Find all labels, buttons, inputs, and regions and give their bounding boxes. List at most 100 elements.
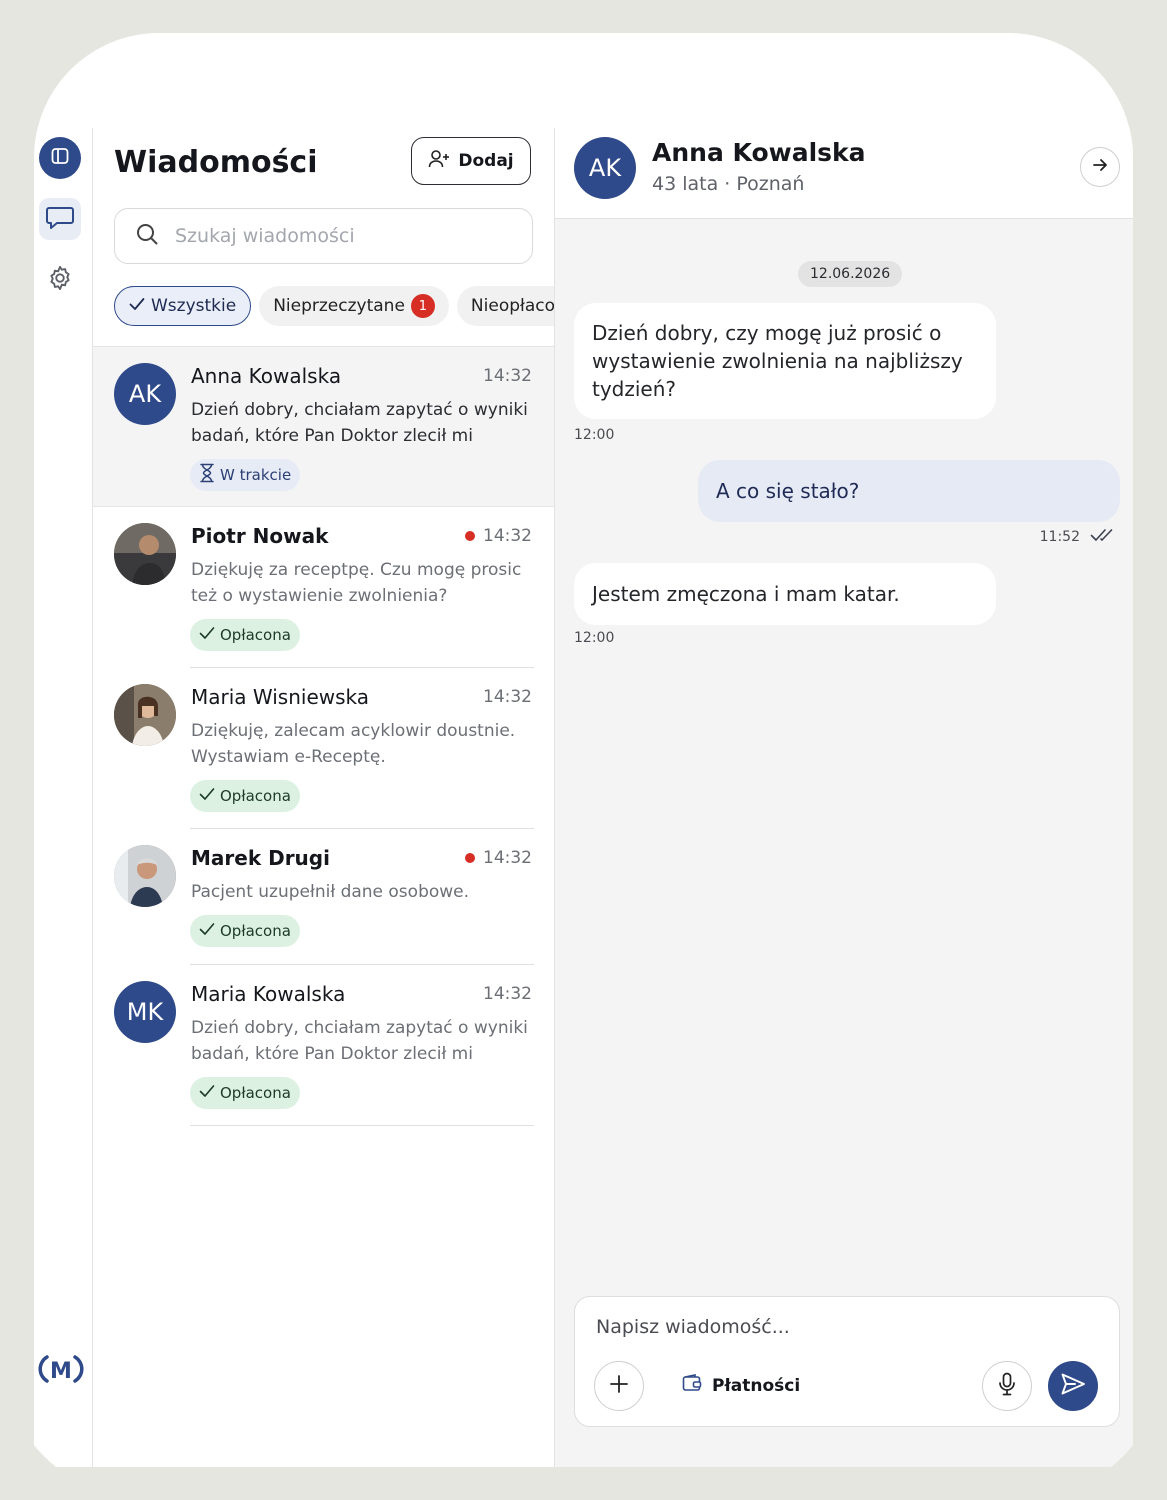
message-time: 14:32 (483, 687, 532, 707)
wallet-icon (682, 1374, 702, 1397)
status-label: Opłacona (220, 787, 291, 805)
conversation-item[interactable]: Piotr Nowak 14:32 Dziękuję za receptpę. … (93, 507, 554, 668)
double-check-icon (1090, 528, 1118, 546)
conversation-item[interactable]: AK Anna Kowalska 14:32 Dzień dobry, chci… (93, 346, 554, 507)
sidebar-toggle-button[interactable] (39, 137, 81, 179)
message-meta: 11:52 (1040, 528, 1118, 546)
message-bubble-outgoing: A co się stało? (698, 460, 1120, 522)
contact-name: Maria Kowalska (191, 982, 346, 1006)
open-details-button[interactable] (1080, 147, 1120, 187)
nav-rail: M (34, 128, 93, 1467)
status-label: Opłacona (220, 922, 291, 940)
send-icon (1060, 1372, 1086, 1400)
status-badge: Opłacona (190, 780, 300, 812)
filter-chips: Wszystkie Nieprzeczytane 1 Nieopłacone (114, 286, 554, 328)
filter-chip-all[interactable]: Wszystkie (114, 286, 252, 326)
contact-name: Maria Wisniewska (191, 685, 370, 709)
time-text: 14:32 (483, 984, 532, 1004)
message-time: 14:32 (483, 366, 532, 386)
unread-dot (465, 531, 475, 541)
avatar (114, 523, 176, 585)
chat-icon (45, 202, 75, 236)
payments-button[interactable]: Płatności (682, 1374, 800, 1397)
app-screen: M Wiadomości Dodaj Szukaj wiadomości Wsz… (34, 33, 1133, 1467)
check-icon (199, 922, 215, 940)
message-time: 12:00 (574, 427, 615, 443)
filter-chip-label: Nieprzeczytane (273, 296, 405, 316)
status-label: Opłacona (220, 1084, 291, 1102)
avatar (114, 684, 176, 746)
message-bubble-incoming: Jestem zmęczona i mam katar. (574, 563, 996, 625)
sidebar-toggle-icon (50, 146, 70, 170)
avatar: AK (114, 363, 176, 425)
brand-logo: M (36, 1351, 86, 1391)
patient-name: Anna Kowalska (652, 138, 866, 167)
filter-chip-unpaid[interactable]: Nieopłacone (456, 286, 554, 326)
message-bubble-incoming: Dzień dobry, czy mogę już prosić o wysta… (574, 303, 996, 419)
conversation-list: AK Anna Kowalska 14:32 Dzień dobry, chci… (93, 346, 554, 1126)
check-icon (199, 787, 215, 805)
conversation-item[interactable]: Maria Wisniewska 14:32 Dziękuję, zalecam… (93, 668, 554, 829)
conversation-item[interactable]: Marek Drugi 14:32 Pacjent uzupełnił dane… (93, 829, 554, 965)
search-icon (135, 222, 159, 250)
add-button[interactable]: Dodaj (411, 137, 531, 185)
status-badge: Opłacona (190, 915, 300, 947)
logo-letter: M (50, 1359, 72, 1384)
microphone-icon (998, 1372, 1016, 1400)
avatar: AK (574, 137, 636, 199)
hourglass-icon (199, 463, 215, 487)
time-text: 14:32 (483, 848, 532, 868)
filter-chip-unread[interactable]: Nieprzeczytane 1 (259, 286, 449, 326)
message-time: 14:32 (483, 984, 532, 1004)
message-preview: Dzień dobry, chciałam zapytać o wyniki b… (191, 400, 528, 446)
filter-chip-label: Wszystkie (151, 296, 237, 316)
status-label: W trakcie (220, 466, 292, 484)
time-text: 14:32 (483, 526, 532, 546)
device-frame: M Wiadomości Dodaj Szukaj wiadomości Wsz… (0, 0, 1167, 1500)
gear-icon (46, 264, 74, 296)
add-user-icon (428, 149, 450, 174)
status-badge: Opłacona (190, 619, 300, 651)
voice-button[interactable] (982, 1361, 1032, 1411)
patient-details: 43 lata · Poznań (652, 173, 805, 195)
filter-chip-label: Nieopłacone (470, 296, 554, 316)
check-icon (199, 626, 215, 644)
time-text: 14:32 (483, 687, 532, 707)
time-text: 11:52 (1039, 529, 1080, 545)
unread-count-badge: 1 (410, 294, 435, 318)
contact-name: Piotr Nowak (191, 524, 329, 548)
nav-messages-button[interactable] (39, 198, 81, 240)
plus-icon (609, 1374, 629, 1398)
status-badge: W trakcie (190, 459, 301, 491)
contact-name: Anna Kowalska (191, 364, 342, 388)
conversation-list-panel: Wiadomości Dodaj Wszystkie (93, 128, 555, 1467)
message-preview: Dzień dobry, chciałam zapytać o wyniki b… (191, 1018, 528, 1064)
search-box (114, 208, 533, 264)
status-label: Opłacona (220, 626, 291, 644)
time-text: 14:32 (483, 366, 532, 386)
check-icon (199, 1084, 215, 1102)
attach-button[interactable] (594, 1361, 644, 1411)
send-button[interactable] (1048, 1361, 1098, 1411)
message-time: 14:32 (465, 848, 532, 868)
search-input[interactable] (173, 224, 497, 248)
date-separator: 12.06.2026 (798, 261, 903, 287)
chat-panel: AK Anna Kowalska 43 lata · Poznań 12.06.… (555, 128, 1133, 1467)
message-preview: Dziękuję za receptpę. Czu mogę prosic te… (191, 560, 522, 606)
check-icon (129, 296, 145, 316)
payments-label: Płatności (712, 1375, 801, 1396)
avatar: MK (114, 981, 176, 1043)
message-composer: Płatności (574, 1296, 1120, 1427)
message-time: 12:00 (574, 630, 615, 646)
message-input[interactable] (594, 1315, 1098, 1339)
avatar (114, 845, 176, 907)
conversation-item[interactable]: MK Maria Kowalska 14:32 Dzień dobry, chc… (93, 965, 554, 1126)
page-title: Wiadomości (114, 145, 318, 180)
chat-header: AK Anna Kowalska 43 lata · Poznań (555, 128, 1133, 219)
divider (190, 1124, 534, 1126)
unread-dot (465, 853, 475, 863)
message-time: 14:32 (465, 526, 532, 546)
nav-settings-button[interactable] (39, 259, 81, 301)
message-preview: Dziękuję, zalecam acyklowir doustnie. Wy… (191, 721, 516, 767)
status-badge: Opłacona (190, 1077, 300, 1109)
